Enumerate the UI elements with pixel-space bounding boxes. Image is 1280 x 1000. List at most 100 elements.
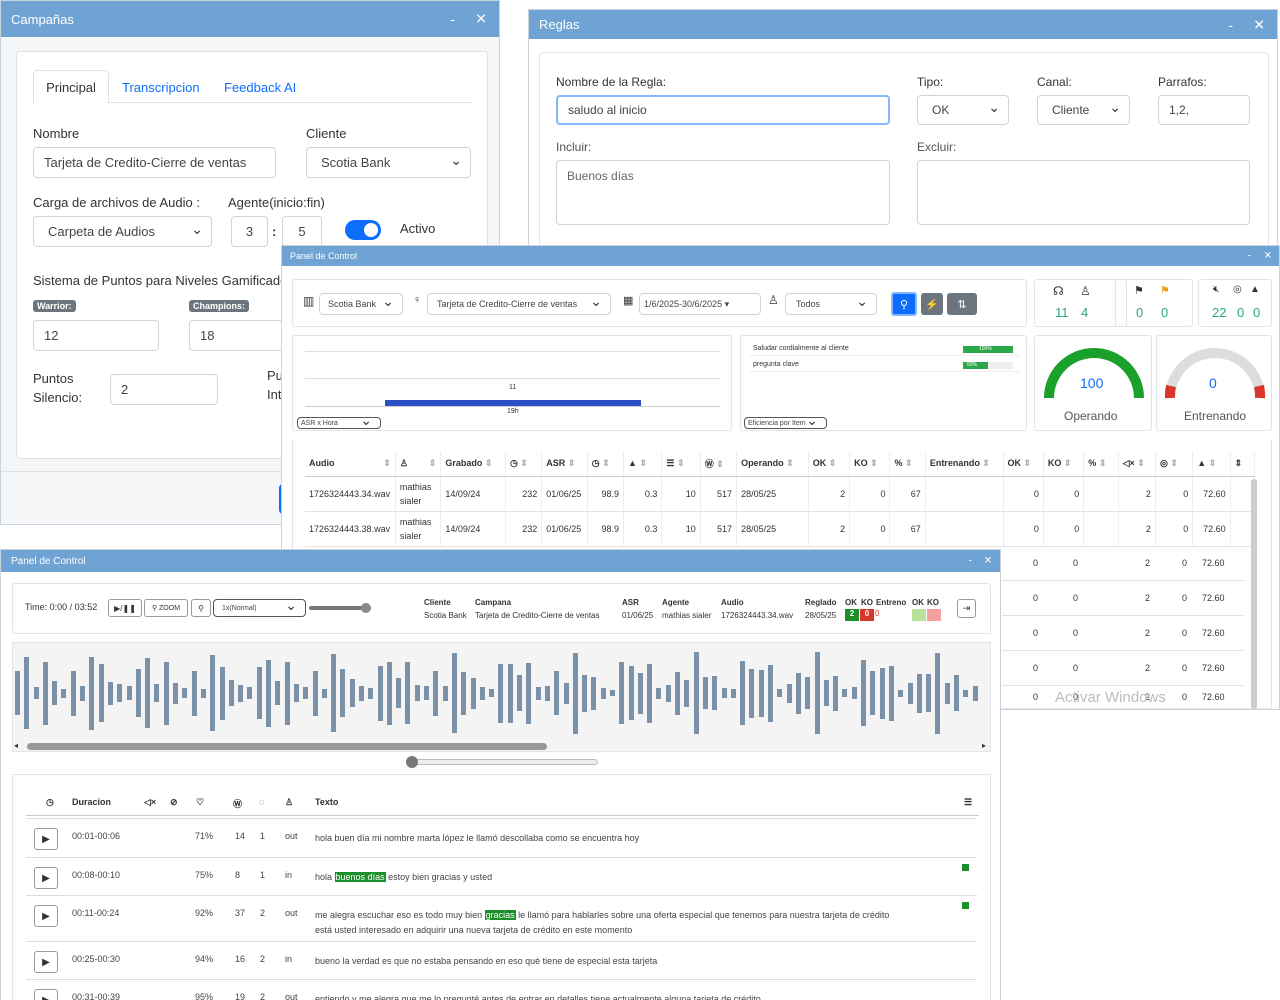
col-ko2[interactable]: KO ⇕ xyxy=(1043,452,1085,477)
close-button[interactable]: ✕ xyxy=(1264,251,1272,262)
play-segment-button[interactable]: ▶ xyxy=(34,867,58,889)
minimize-button[interactable]: - xyxy=(1228,17,1233,33)
close-button[interactable]: ✕ xyxy=(1253,16,1265,33)
nombre-input[interactable]: Tarjeta de Credito-Cierre de ventas xyxy=(33,147,276,178)
incluir-textarea[interactable]: Buenos días xyxy=(556,160,890,225)
minimize-button[interactable]: - xyxy=(1248,251,1251,262)
campana-filter-value: Tarjeta de Credito-Cierre de ventas xyxy=(437,299,578,309)
col-pct2[interactable]: % ⇕ xyxy=(1083,452,1119,477)
zoom-button[interactable]: ⚲ ZOOM xyxy=(144,599,188,617)
col-clock2[interactable]: ◷ ⇕ xyxy=(587,452,625,477)
info-agente-header: Agente xyxy=(662,598,690,607)
speed-select[interactable]: 1x(Normal) xyxy=(213,599,306,617)
close-button[interactable]: ✕ xyxy=(984,556,992,567)
agente-end-input[interactable]: 5 xyxy=(282,216,322,247)
agente-filter-select[interactable]: Todos xyxy=(785,293,877,315)
table-scrollbar[interactable] xyxy=(1251,479,1257,709)
activo-toggle[interactable] xyxy=(345,220,381,240)
segment-text-pre: bueno la verdad es que no estaba pensand… xyxy=(315,956,658,966)
play-pause-button[interactable]: ▶/❚❚ xyxy=(108,599,142,617)
zoom-slider[interactable] xyxy=(406,756,598,768)
waveform-bar xyxy=(377,665,383,721)
tab-principal[interactable]: Principal xyxy=(33,70,109,104)
col-words[interactable]: Ⓦ ⇕ xyxy=(700,452,738,477)
col-entrenando[interactable]: Entrenando ⇕ xyxy=(925,452,1004,477)
regla-nombre-input[interactable]: saludo al inicio xyxy=(556,95,890,125)
tipo-select[interactable]: OK xyxy=(917,95,1009,125)
transcript-row[interactable]: ▶ 00:31-00:39 95% 19 2 out entiendo y me alegr… xyxy=(26,979,977,1000)
col-sort[interactable]: ⇕ xyxy=(1230,452,1256,477)
segment-dir: out xyxy=(285,831,298,841)
list-check-icon[interactable]: ☰ xyxy=(964,797,972,808)
volume-slider[interactable] xyxy=(309,603,371,613)
flash-button[interactable]: ⚡ xyxy=(921,293,943,315)
wave-scrollbar[interactable] xyxy=(27,743,547,750)
waveform-area[interactable]: ◂ ▸ xyxy=(12,642,991,752)
col-mute[interactable]: ◁× ⇕ xyxy=(1118,452,1156,477)
volume-knob[interactable] xyxy=(361,603,371,613)
transcript-row[interactable]: ▶ 00:08-00:10 75% 8 1 in hola buenos días esto… xyxy=(26,857,977,896)
date-range-input[interactable]: 1/6/2025-30/6/2025 ▾ xyxy=(639,293,761,315)
col-operando[interactable]: Operando ⇕ xyxy=(736,452,809,477)
play-segment-button[interactable]: ▶ xyxy=(34,828,58,850)
campana-filter-select[interactable]: Tarjeta de Credito-Cierre de ventas xyxy=(427,293,611,315)
items-select[interactable]: Eficiencia por Item xyxy=(744,417,827,429)
segment-pct: 71% xyxy=(195,831,214,841)
tab-feedback-ai[interactable]: Feedback AI xyxy=(224,80,296,95)
carga-select[interactable]: Carpeta de Audios xyxy=(33,216,212,247)
col-texto[interactable]: Texto xyxy=(315,797,338,807)
calendar-icon: ▦ xyxy=(623,295,634,307)
chart-type-select[interactable]: ASR x Hora xyxy=(297,417,381,429)
col-list[interactable]: ☰ ⇕ xyxy=(661,452,701,477)
col-duracion[interactable]: Duracion xyxy=(72,797,111,807)
info-campana-header: Campana xyxy=(475,598,512,607)
col-audio[interactable]: Audio ⇕ xyxy=(305,452,396,477)
close-button[interactable]: ✕ xyxy=(475,11,487,28)
excluir-textarea[interactable] xyxy=(917,160,1250,225)
minimize-button[interactable]: - xyxy=(450,11,455,27)
play-segment-button[interactable]: ▶ xyxy=(34,989,58,1000)
parrafos-input[interactable]: 1,2, xyxy=(1158,95,1250,125)
col-clock[interactable]: ◷ ⇕ xyxy=(505,452,543,477)
zoom-slider-knob[interactable] xyxy=(406,756,418,768)
play-segment-button[interactable]: ▶ xyxy=(34,951,58,973)
sort-button[interactable]: ⇅ xyxy=(947,293,977,315)
minimize-button[interactable]: - xyxy=(969,556,972,567)
agente-start-input[interactable]: 3 xyxy=(231,216,268,247)
transcript-row[interactable]: ▶ 00:11-00:24 92% 37 2 out me alegra escuchar … xyxy=(26,895,977,941)
col-ko[interactable]: KO ⇕ xyxy=(849,452,891,477)
tab-transcripcion[interactable]: Transcripcion xyxy=(122,80,200,95)
search-zoom-button[interactable]: ⚲ xyxy=(191,599,211,617)
play-segment-button[interactable]: ▶ xyxy=(34,905,58,927)
scroll-left-icon[interactable]: ◂ xyxy=(14,741,18,750)
col-ok2[interactable]: OK ⇕ xyxy=(1003,452,1044,477)
col-ok[interactable]: OK ⇕ xyxy=(808,452,851,477)
cliente-filter-select[interactable]: Scotia Bank xyxy=(319,293,403,315)
item-label: pregunta clave xyxy=(753,361,799,368)
transcript-row[interactable]: ▶ 00:01-00:06 71% 14 1 out hola buen día mi no… xyxy=(26,818,977,857)
col-wifi[interactable]: ◎ ⇕ xyxy=(1155,452,1194,477)
search-button[interactable]: ⚲ xyxy=(891,292,917,316)
canal-select[interactable]: Cliente xyxy=(1037,95,1130,125)
silencio-input[interactable]: 2 xyxy=(110,374,218,405)
waveform-bar xyxy=(656,687,662,699)
col-pct[interactable]: % ⇕ xyxy=(889,452,926,477)
col-asr[interactable]: ASR ⇕ xyxy=(541,452,588,477)
mute-icon: 🔇︎ xyxy=(1213,284,1220,295)
cell-value: 0 xyxy=(1182,692,1188,702)
warrior-input[interactable]: 12 xyxy=(33,320,159,351)
cliente-select[interactable]: Scotia Bank xyxy=(306,147,471,178)
col-ok-label: OK xyxy=(812,458,827,469)
table-row[interactable]: 1726324443.34.wav mathias sialer 14/09/2… xyxy=(305,476,1256,512)
col-grabado[interactable]: Grabado ⇕ xyxy=(440,452,506,477)
table-row[interactable]: 1726324443.38.wav mathias sialer 14/09/2… xyxy=(305,511,1256,547)
col-alert[interactable]: ▲ ⇕ xyxy=(1192,452,1231,477)
col-agente[interactable]: ♙ ⇕ xyxy=(395,452,442,477)
scroll-right-icon[interactable]: ▸ xyxy=(982,741,986,750)
transcript-row[interactable]: ▶ 00:25-00:30 94% 16 2 in bueno la verdad es q… xyxy=(26,941,977,980)
col-warning[interactable]: ▲ ⇕ xyxy=(623,452,663,477)
waveform-bar xyxy=(805,677,811,709)
cell-value: 2 xyxy=(1145,663,1151,673)
exit-button[interactable]: ⇥ xyxy=(957,599,976,618)
stat-box-flags: ⚑ ⚑ 0 0 xyxy=(1115,279,1193,327)
